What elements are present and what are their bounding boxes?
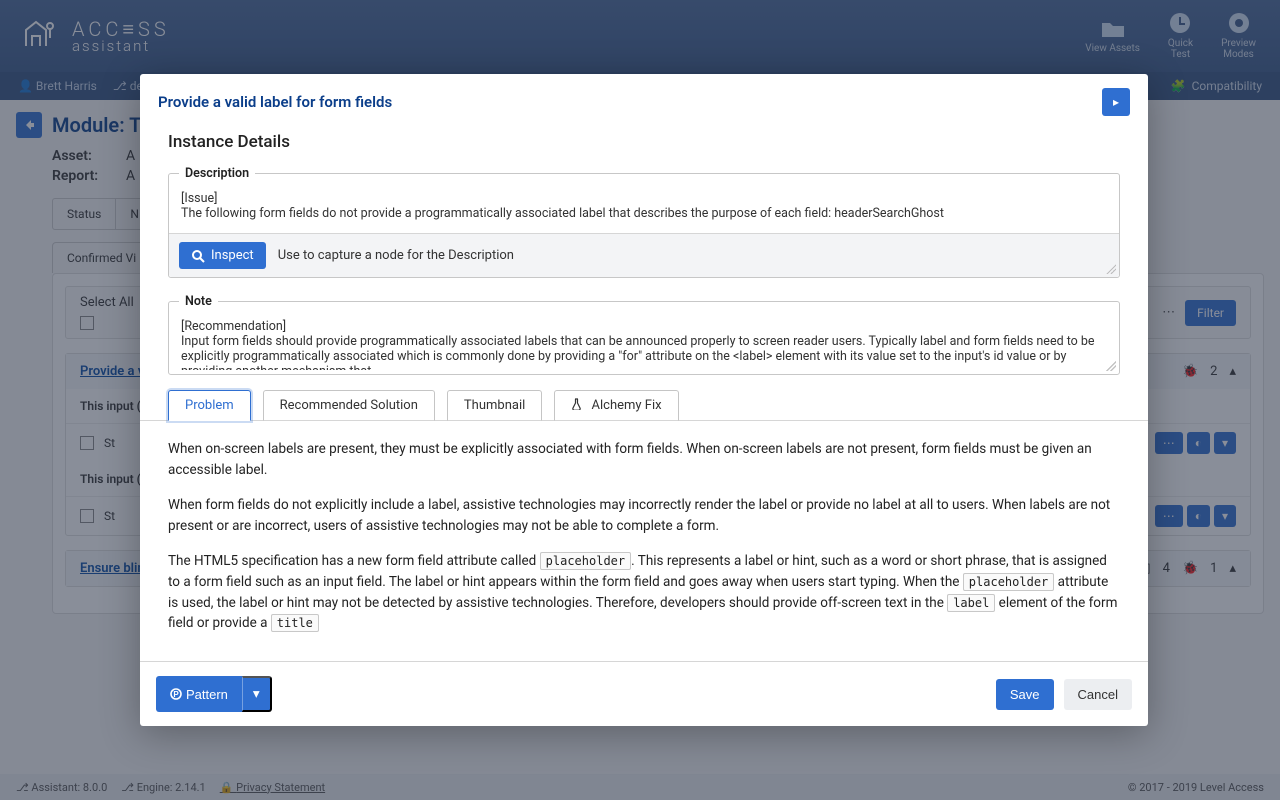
code-title: title: [271, 614, 319, 632]
resize-handle-icon[interactable]: [1106, 264, 1116, 274]
note-group: Note: [168, 294, 1120, 375]
flask-icon: [571, 398, 585, 413]
target-icon: [191, 249, 205, 263]
problem-tab-content: When on-screen labels are present, they …: [168, 421, 1120, 654]
modal-title: Provide a valid label for form fields: [158, 93, 392, 111]
description-group: Description Inspect Use to capture a nod…: [168, 166, 1120, 278]
pattern-split-button: PPattern ▾: [156, 676, 272, 712]
tab-problem[interactable]: Problem: [168, 390, 251, 421]
code-placeholder: placeholder: [963, 573, 1054, 591]
inspect-bar: Inspect Use to capture a node for the De…: [169, 233, 1119, 277]
svg-text:P: P: [173, 690, 179, 699]
inspect-button[interactable]: Inspect: [179, 242, 266, 269]
tab-recommended-solution[interactable]: Recommended Solution: [263, 390, 435, 421]
note-textarea[interactable]: [169, 309, 1119, 370]
tab-thumbnail[interactable]: Thumbnail: [447, 390, 542, 421]
code-placeholder: placeholder: [540, 552, 631, 570]
modal-collapse-button[interactable]: [1102, 88, 1130, 116]
note-legend: Note: [179, 294, 218, 309]
problem-para-2: When form fields do not explicitly inclu…: [168, 495, 1120, 537]
modal-tabs: Problem Recommended Solution Thumbnail A…: [140, 389, 1148, 421]
code-label: label: [947, 594, 995, 612]
description-textarea[interactable]: [169, 181, 1119, 229]
cancel-button[interactable]: Cancel: [1064, 679, 1132, 710]
instance-details-modal: Provide a valid label for form fields In…: [140, 74, 1148, 726]
section-title: Instance Details: [168, 132, 1120, 152]
problem-para-3: The HTML5 specification has a new form f…: [168, 551, 1120, 635]
save-button[interactable]: Save: [996, 679, 1054, 710]
resize-handle-icon[interactable]: [1106, 361, 1116, 371]
problem-para-1: When on-screen labels are present, they …: [168, 439, 1120, 481]
tab-alchemy-fix[interactable]: Alchemy Fix: [554, 390, 678, 421]
chevron-right-icon: [1113, 95, 1119, 110]
pattern-button[interactable]: PPattern: [156, 676, 242, 712]
modal-footer: PPattern ▾ Save Cancel: [140, 662, 1148, 726]
pattern-icon: P: [170, 688, 182, 700]
pattern-dropdown-toggle[interactable]: ▾: [242, 676, 272, 712]
inspect-hint: Use to capture a node for the Descriptio…: [278, 248, 514, 263]
description-legend: Description: [179, 166, 255, 181]
